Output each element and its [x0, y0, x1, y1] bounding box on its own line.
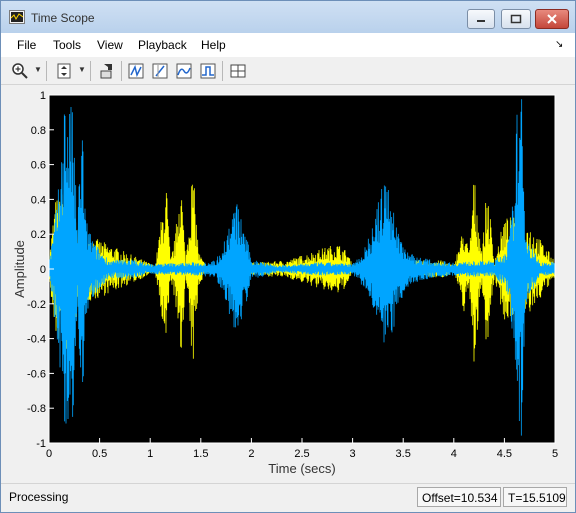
- layout-grid-icon: [230, 64, 246, 78]
- x-tick-label: 3.5: [396, 448, 411, 460]
- highlight-simulink-button[interactable]: [96, 60, 118, 82]
- toolbar: ▼ ▼: [1, 57, 575, 85]
- close-icon: [547, 14, 557, 24]
- y-tick-label: 0.6: [31, 160, 46, 172]
- menu-playback[interactable]: Playback: [138, 38, 187, 52]
- triggers-button[interactable]: [125, 60, 147, 82]
- zoom-dropdown-icon[interactable]: ▼: [34, 65, 42, 74]
- signal-stats-icon: [176, 63, 192, 79]
- y-tick-label: 0.4: [31, 194, 46, 206]
- minimize-button[interactable]: [467, 9, 495, 29]
- time-readout: T=15.5109: [503, 487, 567, 507]
- scope-display[interactable]: 0 0.5 1 1.5 2 2.5 3 3.5 4 4.5 5 -1 -0.8 -0.6 -0.4 -0.2 0…: [2, 86, 575, 482]
- x-tick-label: 2: [248, 448, 254, 460]
- x-tick-label: 4: [451, 448, 457, 460]
- status-text: Processing: [9, 490, 69, 504]
- toolbar-separator: [222, 61, 223, 81]
- x-tick-label: 0: [46, 448, 52, 460]
- offset-readout: Offset=10.534: [417, 487, 501, 507]
- y-tick-label: -1: [36, 438, 46, 450]
- menu-help[interactable]: Help: [201, 38, 226, 52]
- y-axis-label: Amplitude: [12, 240, 27, 298]
- time-scope-window: Time Scope File Tools View Playback Help…: [0, 0, 576, 513]
- y-tick-label: 1: [40, 90, 46, 102]
- menu-tools[interactable]: Tools: [53, 38, 81, 52]
- title-bar[interactable]: Time Scope: [1, 1, 575, 33]
- menu-bar: File Tools View Playback Help ↘: [1, 33, 575, 57]
- toolbar-separator: [121, 61, 122, 81]
- signal-statistics-button[interactable]: [173, 60, 195, 82]
- cursor-measurements-button[interactable]: [149, 60, 171, 82]
- dock-arrow-icon[interactable]: ↘: [555, 39, 563, 50]
- x-tick-label: 1: [147, 448, 153, 460]
- cursor-measure-icon: [152, 63, 168, 79]
- y-tick-label: 0: [40, 264, 46, 276]
- scale-axes-icon: [57, 63, 71, 79]
- y-tick-label: -0.8: [27, 403, 46, 415]
- scale-dropdown-icon[interactable]: ▼: [78, 65, 86, 74]
- menu-file[interactable]: File: [17, 38, 36, 52]
- y-tick-label: 0.2: [31, 229, 46, 241]
- scale-axes-button[interactable]: [53, 60, 75, 82]
- minimize-icon: [477, 20, 485, 22]
- x-tick-label: 4.5: [497, 448, 512, 460]
- scope-plot[interactable]: 0 0.5 1 1.5 2 2.5 3 3.5 4 4.5 5 -1 -0.8 -0.6 -0.4 -0.2 0…: [2, 86, 575, 482]
- x-tick-label: 3: [350, 448, 356, 460]
- y-tick-label: -0.2: [27, 299, 46, 311]
- scope-app-icon: [9, 10, 25, 24]
- x-tick-label: 1.5: [193, 448, 208, 460]
- bilevel-icon: [200, 63, 216, 79]
- window-title: Time Scope: [31, 11, 95, 25]
- layout-button[interactable]: [227, 60, 249, 82]
- highlight-block-icon: [100, 64, 112, 79]
- zoom-in-icon: [12, 63, 28, 79]
- close-button[interactable]: [535, 9, 569, 29]
- x-tick-label: 0.5: [92, 448, 107, 460]
- x-axis-label: Time (secs): [268, 461, 335, 476]
- x-tick-label: 2.5: [294, 448, 309, 460]
- zoom-in-button[interactable]: [9, 60, 31, 82]
- y-tick-label: 0.8: [31, 125, 46, 137]
- maximize-icon: [510, 14, 522, 24]
- y-tick-label: -0.4: [27, 334, 46, 346]
- bilevel-measurements-button[interactable]: [197, 60, 219, 82]
- x-tick-label: 5: [552, 448, 558, 460]
- toolbar-separator: [46, 61, 47, 81]
- status-bar: Processing Offset=10.534 T=15.5109: [1, 483, 575, 512]
- toolbar-separator: [90, 61, 91, 81]
- y-tick-label: -0.6: [27, 368, 46, 380]
- maximize-button[interactable]: [501, 9, 531, 29]
- trigger-icon: [128, 63, 144, 79]
- menu-view[interactable]: View: [97, 38, 123, 52]
